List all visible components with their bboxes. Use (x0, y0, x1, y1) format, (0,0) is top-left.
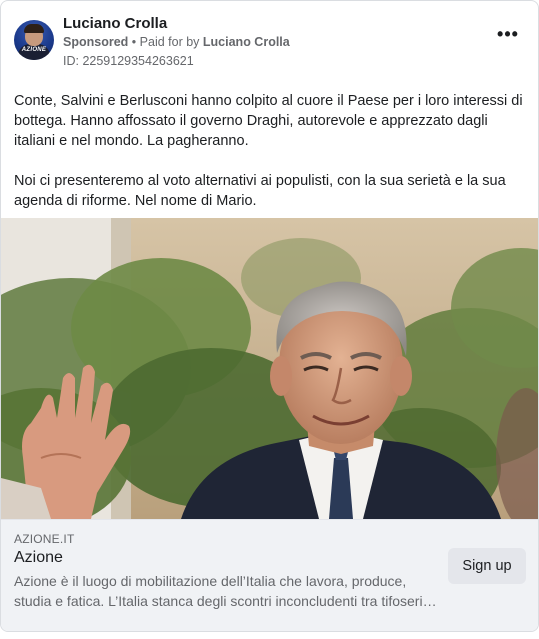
avatar-hair (24, 24, 44, 33)
photo-man-waving (1, 218, 538, 519)
paid-for-by-prefix: Paid for by (139, 35, 200, 49)
post-paragraph: Noi ci presenteremo al voto alternativi … (14, 173, 506, 209)
link-description: Azione è il luogo di mobilitazione dell’… (14, 571, 444, 611)
ad-image[interactable] (1, 218, 538, 519)
sponsored-meta: Sponsored • Paid for by Luciano Crolla (63, 35, 290, 49)
meta-separator: • (131, 35, 137, 49)
ad-card: AZIONE Luciano Crolla Sponsored • Paid f… (0, 0, 539, 632)
link-preview[interactable]: AZIONE.IT Azione Azione è il luogo di mo… (1, 519, 538, 631)
more-horizontal-icon: ••• (497, 24, 519, 44)
sign-up-button[interactable]: Sign up (448, 548, 526, 584)
post-body: Conte, Salvini e Berlusconi hanno colpit… (14, 91, 524, 231)
post-paragraph: Conte, Salvini e Berlusconi hanno colpit… (14, 93, 523, 149)
post-header: AZIONE Luciano Crolla Sponsored • Paid f… (1, 1, 538, 81)
sponsored-label: Sponsored (63, 35, 129, 49)
link-description-line: Azione è il luogo di mobilitazione dell’… (14, 573, 407, 589)
link-description-line: studia e fatica. L’Italia stanca degli s… (14, 593, 444, 609)
link-title[interactable]: Azione (14, 549, 63, 567)
more-options-button[interactable]: ••• (496, 25, 520, 49)
avatar-brand-logo: AZIONE (21, 47, 47, 53)
paid-for-by-link[interactable]: Luciano Crolla (203, 35, 290, 49)
avatar[interactable]: AZIONE (14, 20, 54, 60)
page-name-link[interactable]: Luciano Crolla (63, 15, 167, 32)
link-domain: AZIONE.IT (14, 532, 75, 546)
ad-id: ID: 2259129354263621 (63, 54, 194, 68)
